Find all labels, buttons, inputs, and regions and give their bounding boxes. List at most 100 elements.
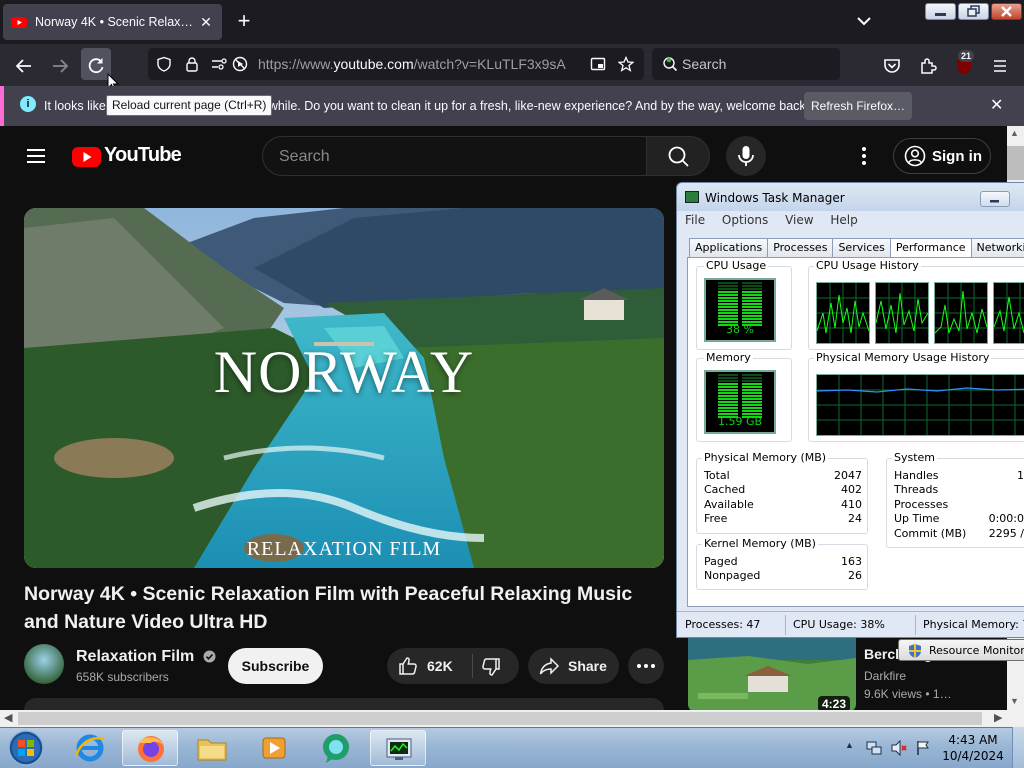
system-clock[interactable]: 4:43 AM 10/4/2024 (938, 732, 1008, 764)
dislike-thumb-down-icon[interactable] (480, 656, 502, 678)
share-button[interactable]: Share (528, 648, 619, 684)
search-bar[interactable]: Search (652, 48, 840, 80)
bookmark-star-icon[interactable] (618, 56, 634, 72)
performance-panel: CPU Usage 38 % CPU Usage History Memory … (687, 257, 1024, 661)
menu-options[interactable]: Options (722, 213, 768, 227)
address-bar[interactable]: https://www.youtube.com/watch?v=KLuTLF3x… (148, 48, 644, 80)
verified-badge-icon (203, 650, 216, 663)
youtube-logo-text[interactable]: YouTube (104, 144, 182, 167)
task-manager-window[interactable]: Windows Task Manager File Options View H… (676, 182, 1024, 661)
video-player[interactable]: NORWAY RELAXATION FILM (24, 208, 664, 568)
tab-applications[interactable]: Applications (689, 238, 769, 258)
cpu-meter-segment (742, 288, 762, 290)
cpu-meter-segment (718, 306, 738, 308)
recommended-channel[interactable]: Darkfire (864, 669, 906, 683)
firefox-icon (138, 736, 164, 762)
new-tab-button[interactable]: + (232, 10, 256, 34)
system-table: Handles 1 Threads Processes Up Time 0:00:0… (892, 468, 1024, 541)
row-value: 24 (848, 512, 862, 526)
lock-icon[interactable] (184, 56, 200, 72)
info-icon: i (20, 96, 36, 112)
cpu-meter-segment (718, 285, 738, 287)
url-text[interactable]: https://www.youtube.com/watch?v=KLuTLF3x… (258, 56, 566, 72)
task-manager-titlebar[interactable]: Windows Task Manager (677, 183, 1024, 211)
scroll-right-arrow-icon[interactable]: ▶ (994, 711, 1002, 724)
taskbar-chat-app[interactable] (308, 730, 364, 766)
subscribe-button[interactable]: Subscribe (228, 648, 323, 684)
pocket-icon[interactable] (880, 54, 904, 78)
youtube-search-button[interactable] (646, 136, 710, 176)
browser-tab[interactable]: Norway 4K • Scenic Relaxation Film with … (3, 4, 222, 40)
window-close-button[interactable] (991, 3, 1022, 20)
vertical-scrollbar-thumb[interactable] (1007, 146, 1024, 180)
window-restore-button[interactable] (958, 3, 989, 20)
sign-in-button[interactable]: Sign in (893, 138, 991, 174)
like-thumb-up-icon[interactable] (397, 655, 419, 677)
like-dislike-group: 62K (387, 648, 519, 684)
taskbar-file-explorer[interactable] (184, 730, 240, 766)
notification-body: while. Do you want to clean it up for a … (268, 99, 810, 113)
cpu-meter-segment (718, 303, 738, 305)
shield-icon[interactable] (156, 56, 172, 72)
scroll-left-arrow-icon[interactable]: ◀ (4, 711, 12, 724)
task-manager-tabs: Applications Processes Services Performance… (689, 235, 1024, 262)
forward-arrow-icon[interactable] (48, 54, 72, 78)
tab-processes[interactable]: Processes (767, 238, 834, 258)
taskbar-firefox[interactable] (122, 730, 178, 766)
back-arrow-icon[interactable] (12, 54, 36, 78)
more-actions-button[interactable] (628, 648, 664, 684)
cpu-meter-segment (718, 294, 738, 296)
show-hidden-icons-arrow[interactable]: ▲ (845, 740, 854, 750)
network-icon[interactable] (865, 739, 883, 757)
status-divider (785, 615, 786, 635)
start-orb-icon[interactable] (6, 729, 46, 767)
table-row: Up Time 0:00:0 (892, 512, 1024, 527)
url-host: youtube.com (333, 56, 414, 72)
window-minimize-button[interactable] (925, 3, 956, 20)
page-horizontal-scrollbar[interactable]: ◀ ▶ (0, 710, 1024, 727)
taskbar-media-player[interactable] (246, 730, 302, 766)
memory-meter-segment (718, 407, 738, 409)
taskbar-internet-explorer[interactable] (62, 730, 118, 766)
close-tab-icon[interactable]: ✕ (198, 14, 214, 30)
menu-view[interactable]: View (785, 213, 813, 227)
extensions-icon[interactable] (916, 54, 940, 78)
task-manager-taskbar-icon (386, 738, 412, 760)
voice-search-mic-icon[interactable] (726, 136, 766, 176)
scroll-up-arrow-icon[interactable]: ▲ (1010, 128, 1019, 138)
row-value: 402 (841, 483, 862, 497)
tab-networking[interactable]: Networking (970, 238, 1024, 258)
memory-meter-segment (718, 398, 738, 400)
settings-kebab-icon[interactable] (852, 144, 876, 168)
list-all-tabs-icon[interactable] (852, 12, 876, 32)
volume-muted-icon[interactable] (890, 739, 908, 757)
youtube-search-input[interactable]: Search (262, 136, 646, 176)
memory-meter-segment (718, 395, 738, 397)
channel-name[interactable]: Relaxation Film (76, 648, 216, 666)
show-desktop-button[interactable] (1012, 727, 1024, 768)
scroll-down-arrow-icon[interactable]: ▼ (1010, 696, 1019, 706)
status-cpu: CPU Usage: 38% (793, 618, 885, 631)
picture-in-picture-icon[interactable] (590, 56, 606, 72)
task-manager-minimize-button[interactable] (980, 191, 1010, 207)
memory-meter-segment (718, 377, 738, 379)
cpu-meter-segment (742, 318, 762, 320)
refresh-firefox-button[interactable]: Refresh Firefox… (804, 92, 912, 120)
resource-monitor-button[interactable]: Resource Monitor... (898, 639, 1024, 661)
channel-avatar[interactable] (24, 644, 64, 684)
menu-help[interactable]: Help (830, 213, 857, 227)
cpu-meter-segment (742, 300, 762, 302)
clock-time: 4:43 AM (948, 733, 998, 747)
permissions-icon[interactable] (210, 56, 228, 72)
close-notification-icon[interactable]: ✕ (990, 95, 1003, 115)
autoplay-blocked-icon[interactable] (232, 56, 248, 72)
action-center-flag-icon[interactable] (914, 739, 932, 757)
horizontal-scrollbar-thumb[interactable] (18, 712, 982, 725)
like-count[interactable]: 62K (427, 658, 453, 674)
menu-hamburger-icon[interactable] (988, 54, 1012, 78)
row-value: 410 (841, 497, 862, 511)
taskbar-task-manager[interactable] (370, 730, 426, 766)
tab-services[interactable]: Services (832, 238, 891, 258)
menu-file[interactable]: File (685, 213, 705, 227)
guide-menu-icon[interactable] (24, 146, 48, 166)
